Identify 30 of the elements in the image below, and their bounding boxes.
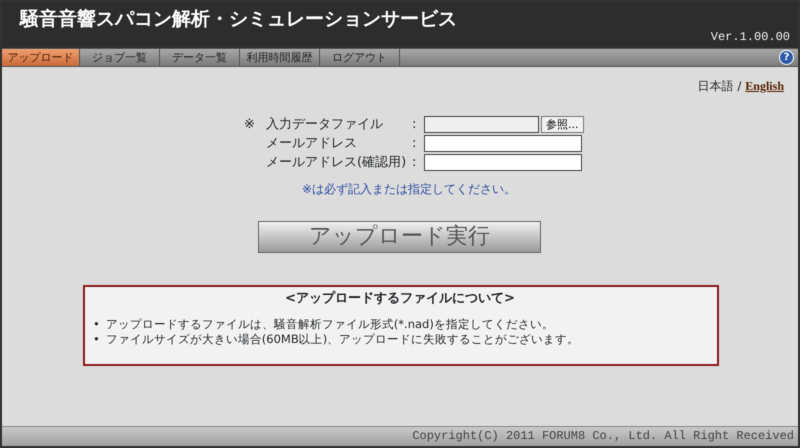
bullet: • xyxy=(93,332,100,346)
version-label: Ver.1.00.00 xyxy=(710,29,790,46)
field-label: メールアドレス xyxy=(266,134,358,153)
nav-tab[interactable]: ログアウト xyxy=(320,49,400,66)
app-title: 騒音音響スパコン解析・シミュレーションサービス xyxy=(20,8,458,31)
input-field[interactable] xyxy=(424,154,582,171)
upload-button[interactable]: アップロード実行 xyxy=(258,221,541,253)
required-mark: ※ xyxy=(244,116,256,134)
bullet: • xyxy=(93,316,100,332)
notice-title: <アップロードするファイルについて> xyxy=(284,291,516,307)
copyright-text: Copyright(C) 2011 FORUM8 Co., Ltd. All Right Received xyxy=(412,429,794,443)
nav-tab[interactable]: ジョブ一覧 xyxy=(80,49,160,66)
nav-tab[interactable]: データ一覧 xyxy=(160,49,240,66)
help-icon[interactable]: ? xyxy=(779,50,794,65)
language-link[interactable]: English xyxy=(745,79,784,93)
language-separator: / xyxy=(737,79,742,93)
notice-item: アップロードするファイルは、騒音解析ファイル形式(*.nad)を指定してください。 xyxy=(106,316,554,332)
language-current: 日本語 xyxy=(698,79,734,93)
colon: : xyxy=(412,134,418,153)
notice-item: ファイルサイズが大きい場合(60MB以上)、アップロードに失敗することがございます。 xyxy=(106,332,580,346)
nav-tab[interactable]: 利用時間履歴 xyxy=(240,49,320,66)
colon: : xyxy=(412,116,418,134)
field-label: メールアドレス(確認用) xyxy=(266,154,408,172)
colon: : xyxy=(412,154,418,172)
field-label: 入力データファイル xyxy=(266,116,384,134)
nav-tab[interactable]: アップロード xyxy=(2,49,80,66)
input-field[interactable] xyxy=(424,135,582,152)
required-note: ※は必ず記入または指定してください。 xyxy=(302,181,518,198)
file-field[interactable] xyxy=(424,116,539,133)
browse-button[interactable]: 参照... xyxy=(541,116,584,133)
